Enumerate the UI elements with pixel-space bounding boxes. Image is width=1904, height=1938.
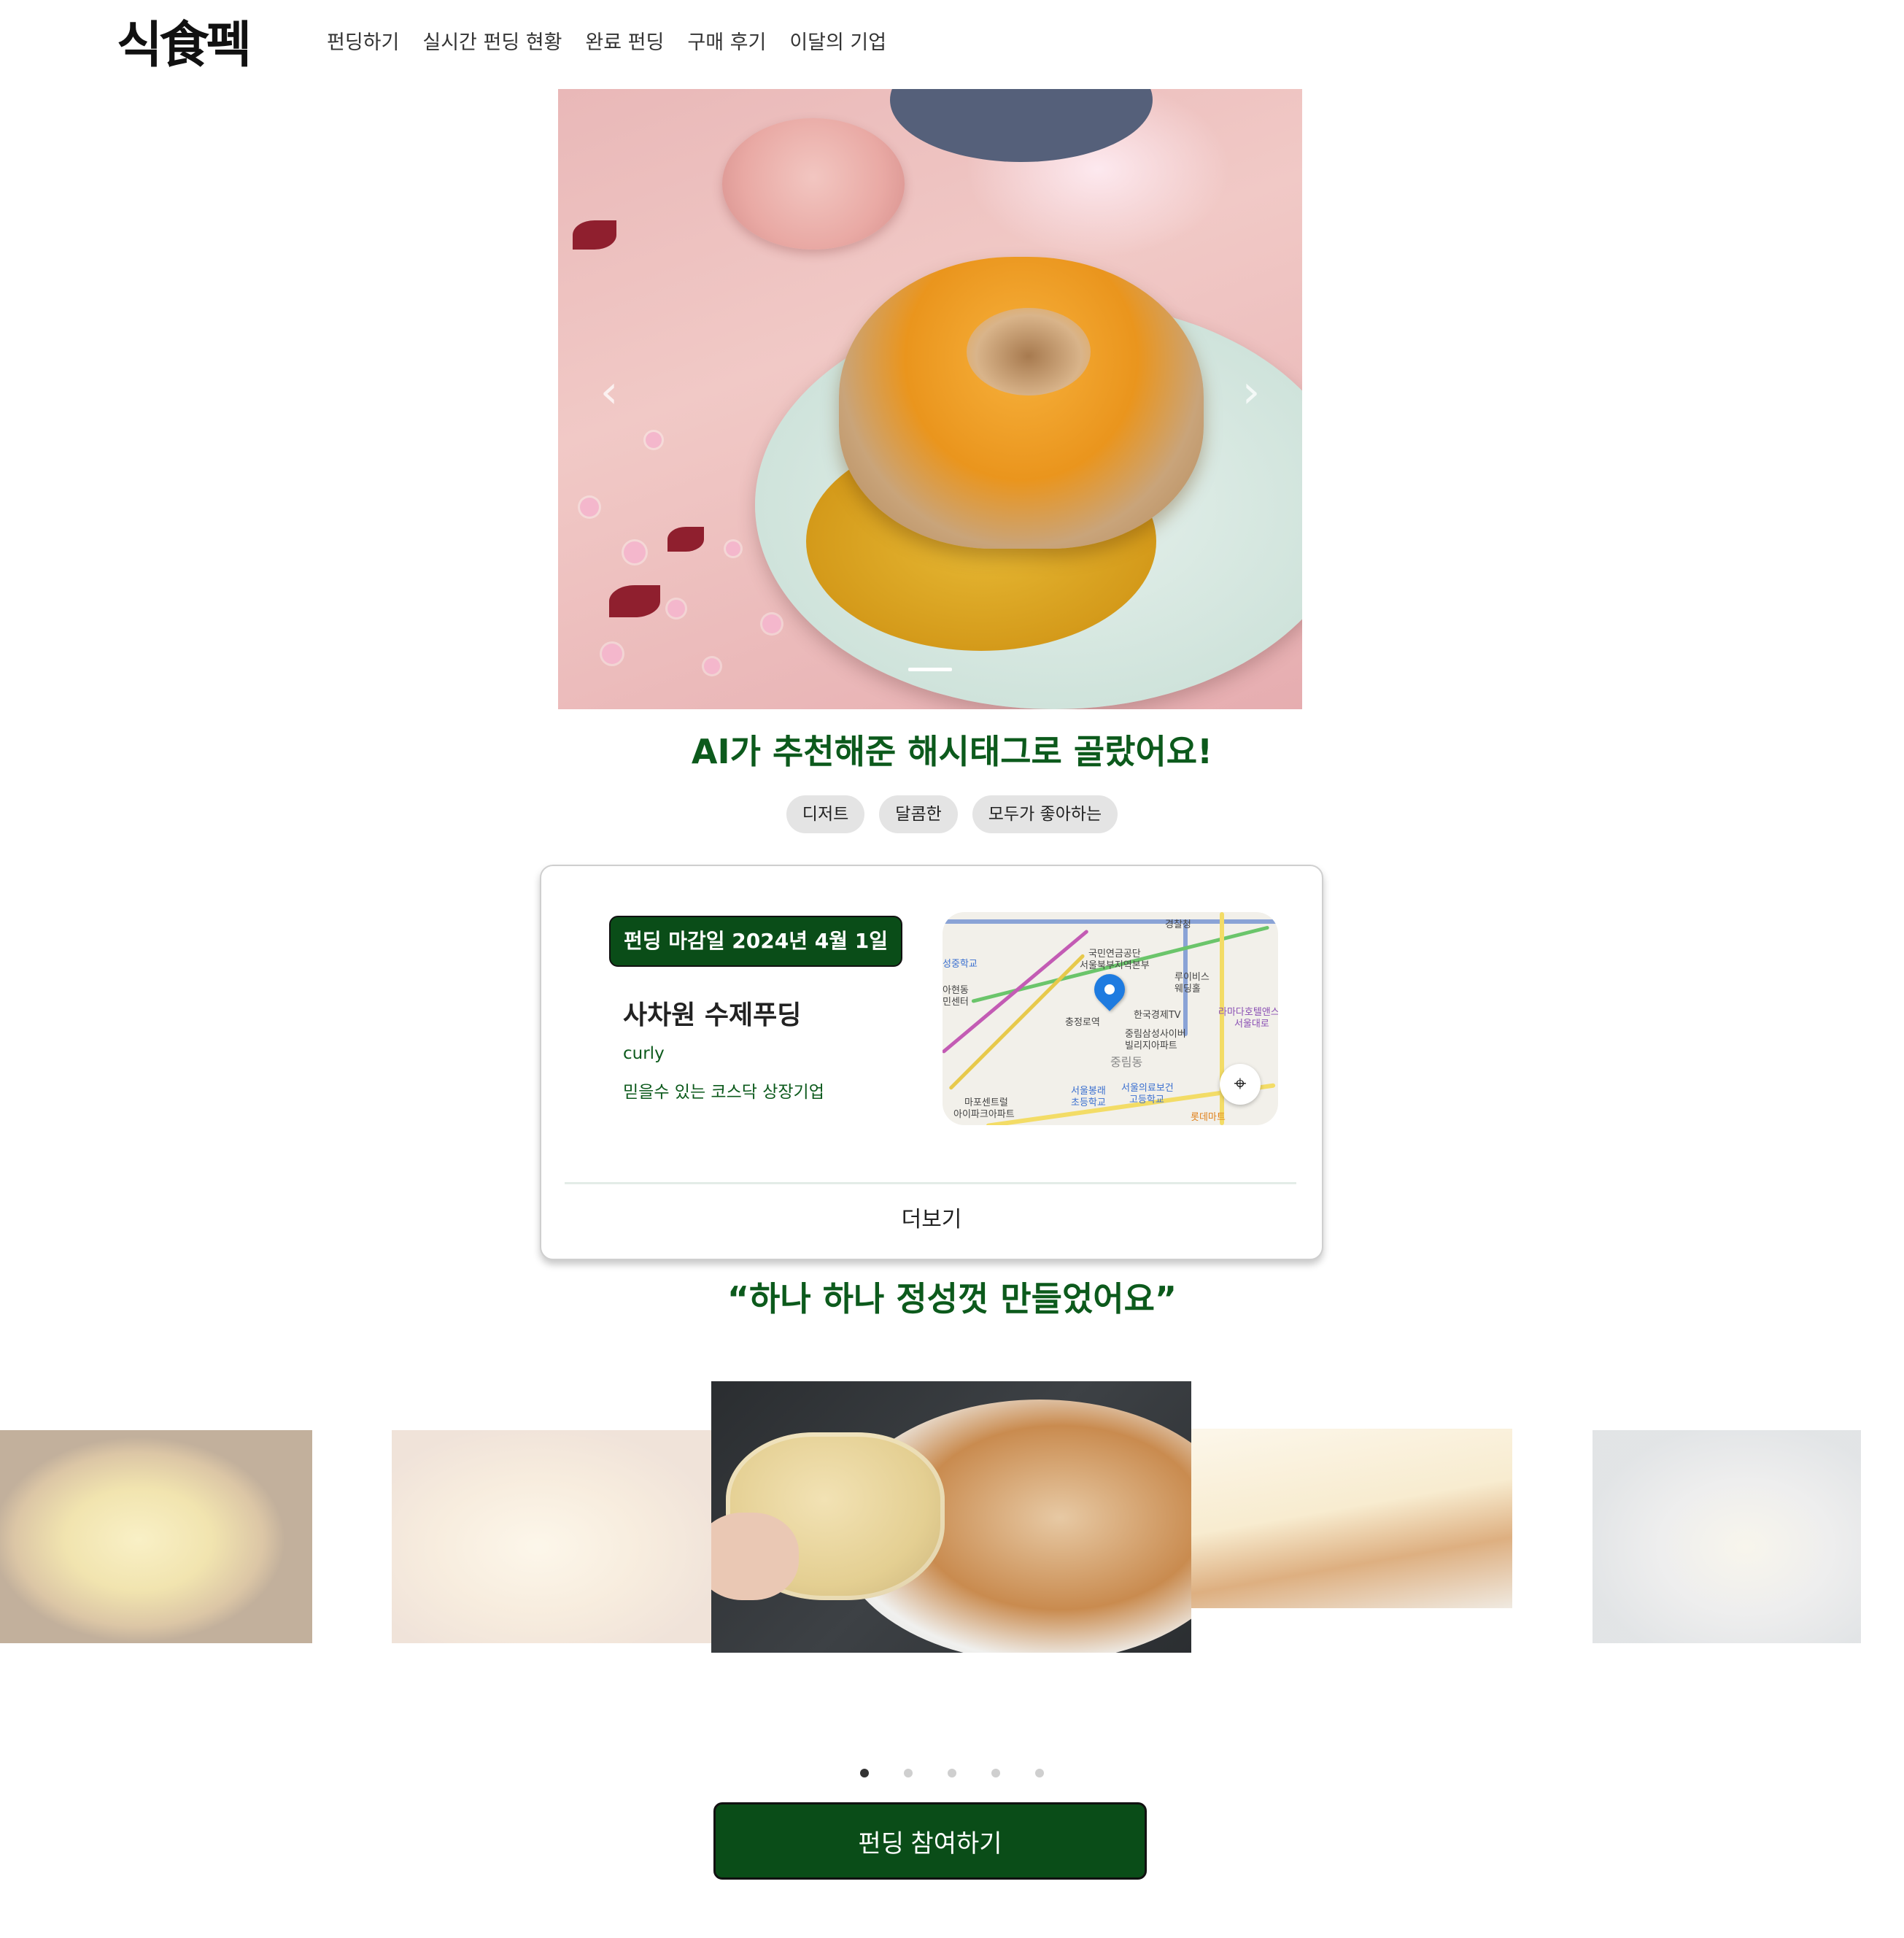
carousel-prev-button[interactable]: ‹	[595, 369, 624, 414]
hashtag-chip[interactable]: 달콤한	[879, 795, 958, 833]
hashtag-chip[interactable]: 디저트	[786, 795, 865, 833]
funding-deadline-badge: 펀딩 마감일 2024년 4월 1일	[609, 916, 902, 967]
map-label: 웨딩홀	[1174, 984, 1201, 995]
pagination-dot-4[interactable]	[991, 1769, 1000, 1777]
nav-item-funding[interactable]: 펀딩하기	[327, 26, 399, 60]
blossom-decoration	[580, 498, 599, 517]
hero-image-pudding-cake	[839, 257, 1204, 549]
pagination-dot-3[interactable]	[948, 1769, 956, 1777]
company-name[interactable]: curly	[623, 1044, 665, 1063]
company-description: 믿을수 있는 코스닥 상장기업	[623, 1083, 824, 1102]
chevron-left-icon: ‹	[600, 365, 619, 418]
hero-image-dark-plate	[890, 89, 1153, 162]
nav-item-company-of-month[interactable]: 이달의 기업	[789, 26, 886, 60]
map-label: 고등학교	[1129, 1095, 1164, 1105]
gallery-slide-straining[interactable]	[1593, 1430, 1861, 1643]
map-label: 서울대로	[1234, 1019, 1269, 1030]
map-label: 민센터	[943, 997, 969, 1008]
chevron-right-icon: ›	[1242, 365, 1261, 418]
pagination-dot-5[interactable]	[1035, 1769, 1044, 1777]
blossom-decoration	[602, 644, 622, 664]
site-header: 식食펙 펀딩하기 실시간 펀딩 현황 완료 펀딩 구매 후기 이달의 기업	[0, 0, 1904, 88]
crosshair-icon: ⌖	[1234, 1071, 1247, 1097]
map-label: 서울북부지역본부	[1080, 960, 1150, 971]
gallery-slide-slicing[interactable]	[1191, 1429, 1512, 1608]
process-gallery	[0, 1372, 1904, 1664]
hero-image-cake-center	[967, 308, 1091, 395]
map-label: 롯데마트	[1191, 1112, 1226, 1123]
site-logo[interactable]: 식食펙	[117, 13, 252, 79]
gallery-pagination	[0, 1769, 1904, 1777]
location-map[interactable]: 경찰청 국민연금공단 서울북부지역본부 루이비스 웨딩홀 성중학교 아현동 민센…	[943, 912, 1278, 1125]
blossom-decoration	[704, 658, 720, 674]
gallery-slide-pouring-active[interactable]	[711, 1381, 1191, 1653]
ai-recommend-title: AI가 추천해준 해시태그로 골랐어요!	[691, 732, 1213, 771]
leaf-decoration	[609, 585, 660, 617]
map-label: 빌리지아파트	[1125, 1041, 1177, 1051]
more-button[interactable]: 더보기	[541, 1198, 1322, 1242]
hero-image-bowl	[722, 118, 905, 250]
logo-text: 식食펙	[117, 17, 252, 74]
pagination-dot-1[interactable]	[860, 1769, 869, 1777]
hero-carousel[interactable]: ‹ ›	[558, 89, 1302, 709]
map-label: 아이파크아파트	[953, 1109, 1015, 1120]
funding-info-card: 펀딩 마감일 2024년 4월 1일 사차원 수제푸딩 curly 믿을수 있는…	[540, 865, 1323, 1260]
gallery-slide-whisking[interactable]	[0, 1430, 312, 1643]
join-funding-button[interactable]: 펀딩 참여하기	[713, 1802, 1147, 1880]
blossom-decoration	[762, 614, 781, 633]
blossom-decoration	[726, 541, 740, 556]
main-nav: 펀딩하기 실시간 펀딩 현황 완료 펀딩 구매 후기 이달의 기업	[327, 26, 886, 60]
map-road	[943, 919, 1278, 924]
maker-quote: “하나 하나 정성껏 만들었어요”	[727, 1279, 1177, 1319]
leaf-decoration	[667, 527, 704, 552]
gallery-image-hand	[711, 1513, 799, 1600]
leaf-decoration	[573, 220, 616, 250]
map-label: 충정로역	[1065, 1017, 1100, 1028]
hashtag-chip[interactable]: 모두가 좋아하는	[972, 795, 1118, 833]
pagination-dot-2[interactable]	[904, 1769, 913, 1777]
nav-item-reviews[interactable]: 구매 후기	[687, 26, 766, 60]
map-label: 중림동	[1110, 1055, 1143, 1069]
blossom-decoration	[667, 600, 685, 617]
map-label: 성중학교	[943, 959, 978, 970]
map-label: 한국경제TV	[1134, 1010, 1181, 1021]
blossom-decoration	[624, 541, 646, 563]
carousel-next-button[interactable]: ›	[1237, 369, 1266, 414]
map-label: 경찰청	[1165, 919, 1191, 930]
carousel-indicator[interactable]	[908, 668, 952, 671]
gallery-slide-mixing[interactable]	[392, 1430, 711, 1643]
nav-item-live-funding[interactable]: 실시간 펀딩 현황	[422, 26, 562, 60]
product-name: 사차원 수제푸딩	[623, 1000, 802, 1030]
card-divider	[565, 1182, 1296, 1184]
blossom-decoration	[646, 432, 662, 448]
nav-item-completed-funding[interactable]: 완료 펀딩	[585, 26, 664, 60]
hashtag-list: 디저트 달콤한 모두가 좋아하는	[0, 795, 1904, 833]
current-location-button[interactable]: ⌖	[1220, 1064, 1261, 1105]
location-pin-icon[interactable]	[1088, 968, 1131, 1011]
map-label: 초등학교	[1071, 1097, 1106, 1108]
